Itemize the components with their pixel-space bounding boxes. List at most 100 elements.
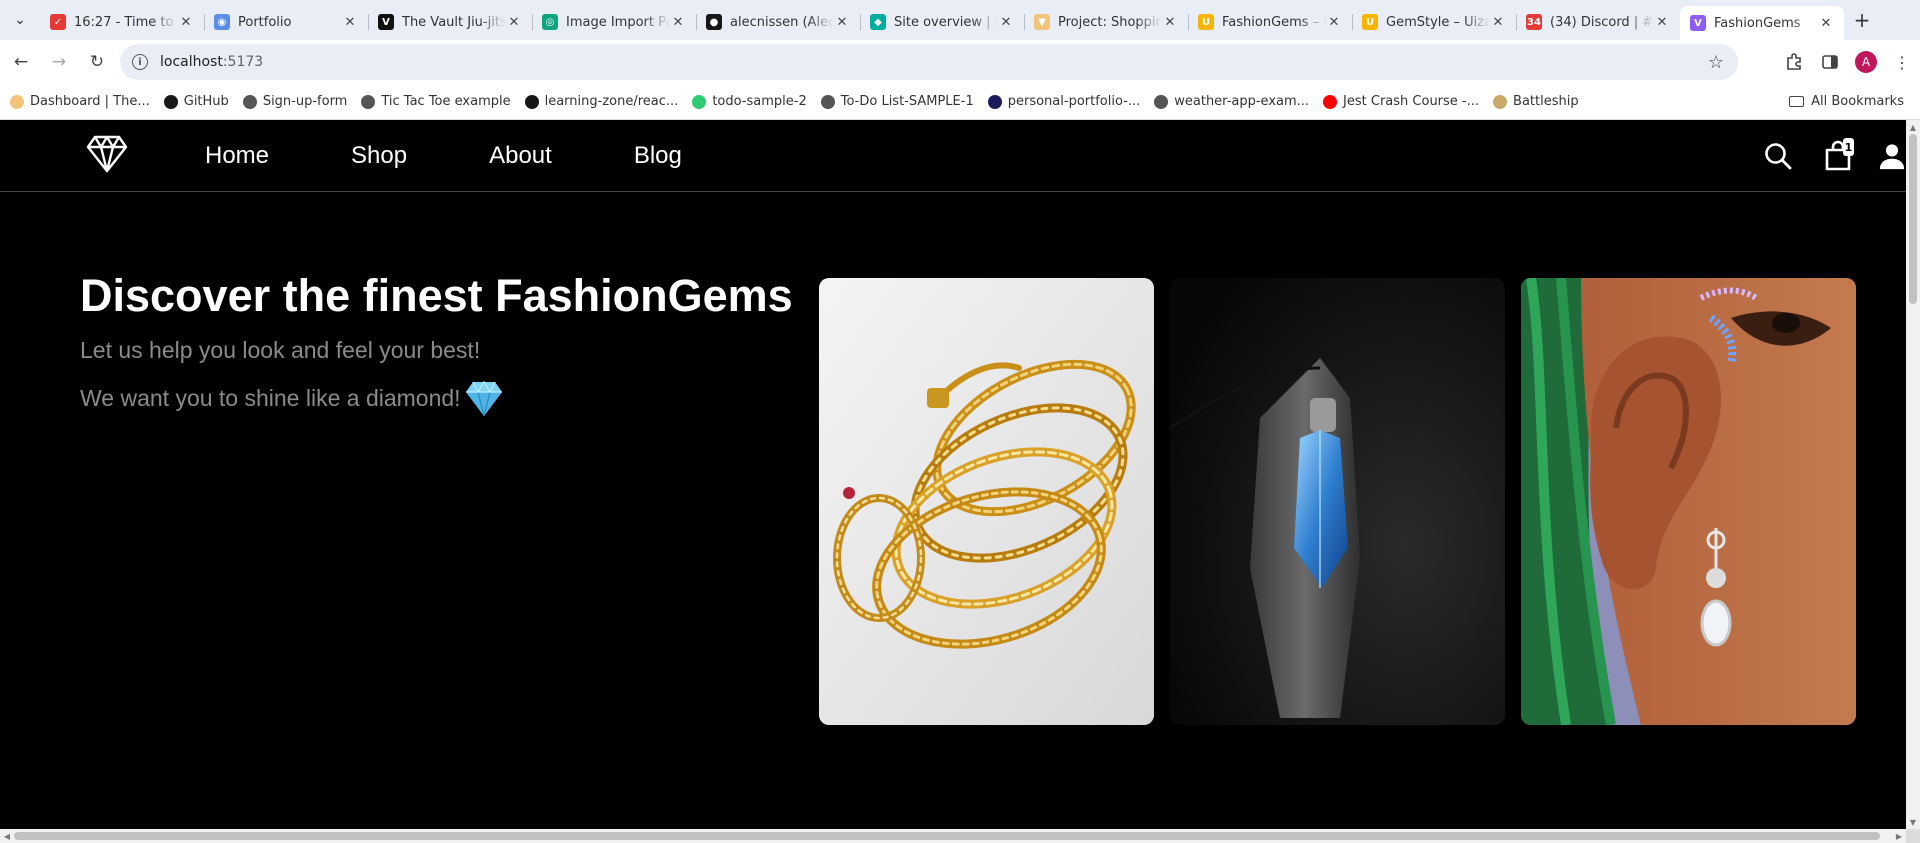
earring-model-image — [1521, 278, 1856, 725]
close-icon[interactable]: ✕ — [998, 15, 1014, 30]
bookmark-label: personal-portfolio-... — [1007, 94, 1141, 109]
tab-title: Project: Shopping — [1058, 14, 1162, 30]
bookmark-item[interactable]: todo-sample-2 — [692, 94, 807, 109]
bookmark-label: Jest Crash Course -... — [1343, 94, 1480, 109]
close-icon[interactable]: ✕ — [506, 15, 522, 30]
close-icon[interactable]: ✕ — [1490, 15, 1506, 30]
bookmark-list: Dashboard | The... GitHub Sign-up-form Tic … — [10, 94, 1593, 109]
new-tab-button[interactable]: + — [1844, 2, 1880, 38]
site-info-icon[interactable]: i — [132, 54, 148, 70]
scroll-up-icon[interactable]: ▲ — [1906, 120, 1920, 134]
scrollbar-corner — [1906, 829, 1920, 843]
browser-tab[interactable]: ● alecnissen (Alec ✕ — [696, 6, 860, 38]
address-bar[interactable]: i localhost:5173 ☆ — [120, 44, 1738, 80]
scroll-right-icon[interactable]: ▶ — [1892, 829, 1906, 843]
nav-home-link[interactable]: Home — [205, 142, 269, 170]
tab-favicon-icon: ▼ — [1034, 14, 1050, 30]
user-icon — [1879, 144, 1905, 170]
arrow-left-icon: ← — [13, 52, 29, 72]
bookmark-item[interactable]: GitHub — [163, 94, 229, 109]
close-icon[interactable]: ✕ — [1162, 15, 1178, 30]
browser-tab[interactable]: V FashionGems ✕ — [1680, 6, 1844, 40]
nav-shop-link[interactable]: Shop — [351, 142, 407, 170]
gem-icon — [465, 380, 502, 417]
tab-list: ✓ 16:27 - Time to f ✕ ◉ Portfolio ✕ V The Vault… — [40, 0, 1844, 40]
crystal-pendant-image — [1170, 278, 1505, 725]
cart-button[interactable]: 1 — [1818, 136, 1858, 176]
main-nav: Home Shop About Blog — [205, 120, 764, 192]
search-button[interactable] — [1758, 136, 1798, 176]
scroll-down-icon[interactable]: ▼ — [1906, 815, 1920, 829]
bookmark-label: To-Do List-SAMPLE-1 — [840, 94, 974, 109]
bookmark-label: learning-zone/reac... — [544, 94, 679, 109]
bookmark-favicon-icon — [361, 94, 376, 109]
bookmark-favicon-icon — [10, 94, 24, 109]
puzzle-icon — [1787, 53, 1801, 70]
browser-tab[interactable]: 34 (34) Discord | # ✕ — [1516, 6, 1680, 38]
bookmark-item[interactable]: Jest Crash Course -... — [1323, 94, 1479, 109]
close-icon[interactable]: ✕ — [1326, 15, 1342, 30]
back-button[interactable]: ← — [4, 45, 38, 79]
bookmark-label: todo-sample-2 — [712, 94, 807, 109]
forward-button[interactable]: → — [42, 45, 76, 79]
browser-tab[interactable]: V The Vault Jiu-jitsu ✕ — [368, 6, 532, 38]
browser-tab[interactable]: ✓ 16:27 - Time to f ✕ — [40, 6, 204, 38]
browser-menu-button[interactable]: ⋮ — [1884, 44, 1920, 80]
bookmark-item[interactable]: Battleship — [1493, 94, 1579, 109]
bookmark-star-icon[interactable]: ☆ — [1708, 52, 1724, 73]
folder-icon — [1789, 96, 1805, 107]
close-icon[interactable]: ✕ — [1818, 16, 1834, 31]
reload-button[interactable]: ↻ — [80, 45, 114, 79]
browser-tab[interactable]: ◎ Image Import Pa ✕ — [532, 6, 696, 38]
tab-title: 16:27 - Time to f — [74, 14, 178, 30]
diamond-logo-icon[interactable] — [86, 134, 128, 174]
horizontal-scrollbar[interactable]: ◀ ▶ — [0, 829, 1906, 843]
close-icon[interactable]: ✕ — [178, 15, 194, 30]
bookmark-favicon-icon — [163, 94, 178, 109]
bookmark-label: Sign-up-form — [262, 94, 348, 109]
bookmark-item[interactable]: personal-portfolio-... — [987, 94, 1141, 109]
browser-tab[interactable]: ▼ Project: Shopping ✕ — [1024, 6, 1188, 38]
nav-about-link[interactable]: About — [489, 142, 552, 170]
bookmark-item[interactable]: learning-zone/reac... — [524, 94, 679, 109]
bookmark-item[interactable]: To-Do List-SAMPLE-1 — [820, 94, 974, 109]
side-panel-button[interactable] — [1812, 44, 1848, 80]
account-button[interactable] — [1878, 136, 1906, 176]
close-icon[interactable]: ✕ — [342, 15, 358, 30]
browser-tab[interactable]: U GemStyle – Uiza ✕ — [1352, 6, 1516, 38]
browser-tab[interactable]: ◉ Portfolio ✕ — [204, 6, 368, 38]
chevron-down-icon: ⌄ — [14, 12, 26, 28]
bookmark-label: Tic Tac Toe example — [381, 94, 511, 109]
bookmark-item[interactable]: Sign-up-form — [242, 94, 348, 109]
bookmark-label: Battleship — [1513, 94, 1579, 109]
vertical-scrollbar[interactable]: ▲ ▼ — [1906, 120, 1920, 829]
header-actions: 1 — [1738, 120, 1906, 192]
close-icon[interactable]: ✕ — [834, 15, 850, 30]
vertical-scroll-thumb[interactable] — [1909, 134, 1917, 304]
tab-favicon-icon: U — [1362, 14, 1378, 30]
bookmark-favicon-icon — [820, 94, 835, 109]
tab-favicon-icon: 34 — [1526, 14, 1542, 30]
nav-blog-link[interactable]: Blog — [634, 142, 682, 170]
all-bookmarks-label: All Bookmarks — [1811, 94, 1904, 109]
hero-subtitle-2-row: We want you to shine like a diamond! — [80, 378, 503, 418]
tab-strip: ⌄ ✓ 16:27 - Time to f ✕ ◉ Portfolio ✕ V The Vau… — [0, 0, 1920, 40]
bookmark-item[interactable]: Tic Tac Toe example — [361, 94, 511, 109]
extensions-button[interactable] — [1776, 44, 1812, 80]
tab-favicon-icon: V — [1690, 15, 1706, 31]
all-bookmarks-button[interactable]: All Bookmarks — [1789, 94, 1904, 109]
tab-title: alecnissen (Alec — [730, 14, 834, 30]
tab-title: FashionGems – U — [1222, 14, 1326, 30]
scroll-left-icon[interactable]: ◀ — [0, 829, 14, 843]
close-icon[interactable]: ✕ — [1654, 15, 1670, 30]
close-icon[interactable]: ✕ — [670, 15, 686, 30]
browser-tab[interactable]: ◆ Site overview | s ✕ — [860, 6, 1024, 38]
bookmark-item[interactable]: weather-app-exam... — [1154, 94, 1309, 109]
browser-tab[interactable]: U FashionGems – U ✕ — [1188, 6, 1352, 38]
tab-search-button[interactable]: ⌄ — [0, 0, 40, 40]
horizontal-scroll-thumb[interactable] — [14, 832, 1880, 840]
profile-button[interactable]: A — [1848, 44, 1884, 80]
tab-title: Portfolio — [238, 14, 292, 30]
tab-title: The Vault Jiu-jitsu — [402, 14, 506, 30]
bookmark-item[interactable]: Dashboard | The... — [10, 94, 150, 109]
